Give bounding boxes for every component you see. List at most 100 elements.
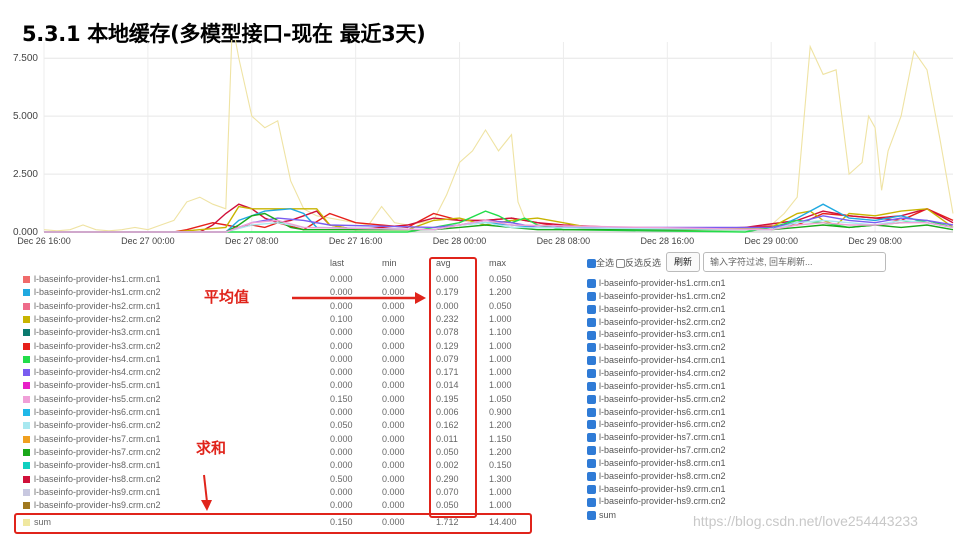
refresh-button[interactable]: 刷新 [666, 252, 700, 272]
checked-checkbox-icon[interactable] [587, 330, 596, 340]
col-header-last: last [330, 258, 345, 268]
cell-max: 1.200 [489, 446, 512, 457]
series-name: l-baseinfo-provider-hs5.crm.cn2 [34, 393, 161, 404]
cell-last: 0.000 [330, 353, 353, 364]
invert-checkbox-icon [616, 259, 625, 269]
series-name: l-baseinfo-provider-hs7.crm.cn2 [34, 446, 161, 457]
series-checkbox-label: l-baseinfo-provider-hs8.crm.cn2 [599, 470, 726, 481]
series-checkbox-item[interactable]: l-baseinfo-provider-hs1.crm.cn2 [587, 290, 726, 303]
checked-checkbox-icon[interactable] [587, 433, 596, 443]
series-checkbox-label: l-baseinfo-provider-hs2.crm.cn1 [599, 303, 726, 314]
series-checkbox-item[interactable]: l-baseinfo-provider-hs4.crm.cn2 [587, 367, 726, 380]
cell-max: 1.150 [489, 433, 512, 444]
cell-max: 1.000 [489, 486, 512, 497]
checked-checkbox-icon[interactable] [587, 291, 596, 301]
series-checkbox-item[interactable]: l-baseinfo-provider-hs3.crm.cn1 [587, 328, 726, 341]
cell-last: 0.000 [330, 460, 353, 471]
series-name: l-baseinfo-provider-hs1.crm.cn2 [34, 287, 161, 298]
checked-checkbox-icon[interactable] [587, 381, 596, 391]
cell-max: 1.100 [489, 327, 512, 338]
series-checkbox-item[interactable]: l-baseinfo-provider-hs9.crm.cn1 [587, 483, 726, 496]
avg-annotation-arrow [292, 292, 426, 304]
series-checkbox-label: l-baseinfo-provider-hs5.crm.cn1 [599, 380, 726, 391]
series-checkbox-item[interactable]: l-baseinfo-provider-hs9.crm.cn2 [587, 495, 726, 508]
checked-checkbox-icon[interactable] [587, 511, 596, 521]
series-color-swatch [23, 409, 30, 416]
series-color-swatch [23, 302, 30, 310]
series-name: l-baseinfo-provider-hs8.crm.cn2 [34, 473, 161, 484]
series-color-swatch [23, 289, 30, 297]
series-name: l-baseinfo-provider-hs5.crm.cn1 [34, 380, 161, 391]
cell-max: 1.200 [489, 287, 512, 298]
y-tick-label: 7.500 [13, 53, 38, 64]
checked-checkbox-icon[interactable] [587, 459, 596, 469]
series-name: l-baseinfo-provider-hs3.crm.cn2 [34, 340, 161, 351]
select-all-toggle[interactable]: 全选 [587, 256, 614, 269]
avg-annotation-label: 平均值 [204, 288, 250, 306]
series-name: l-baseinfo-provider-hs9.crm.cn1 [34, 486, 161, 497]
series-name: l-baseinfo-provider-hs1.crm.cn1 [34, 274, 161, 284]
cell-last: 0.000 [330, 380, 353, 391]
x-tick-label: Dec 28 16:00 [641, 236, 695, 246]
series-checkbox-label: l-baseinfo-provider-hs5.crm.cn2 [599, 393, 726, 404]
cell-last: 0.000 [330, 274, 353, 284]
series-checkbox-item[interactable]: l-baseinfo-provider-hs5.crm.cn1 [587, 380, 726, 393]
series-name: l-baseinfo-provider-hs6.crm.cn1 [34, 407, 161, 417]
series-checkbox-item[interactable]: l-baseinfo-provider-hs2.crm.cn2 [587, 316, 726, 329]
series-name: l-baseinfo-provider-hs9.crm.cn2 [34, 500, 161, 511]
y-tick-label: 5.000 [13, 111, 38, 122]
x-tick-label: Dec 29 00:00 [744, 236, 798, 246]
x-tick-label: Dec 27 08:00 [225, 236, 279, 246]
y-tick-label: 2.500 [13, 169, 38, 180]
series-color-swatch [23, 369, 30, 377]
checked-checkbox-icon[interactable] [587, 394, 596, 404]
series-checkbox-item[interactable]: l-baseinfo-provider-hs8.crm.cn1 [587, 457, 726, 470]
series-color-swatch [23, 422, 30, 430]
series-checkbox-item[interactable]: sum [587, 509, 616, 522]
checked-checkbox-icon[interactable] [587, 279, 596, 289]
checked-checkbox-icon[interactable] [587, 420, 596, 430]
series-checkbox-label: l-baseinfo-provider-hs1.crm.cn2 [599, 290, 726, 301]
checked-checkbox-icon[interactable] [587, 356, 596, 366]
cell-last: 0.000 [330, 500, 353, 511]
checked-checkbox-icon[interactable] [587, 317, 596, 327]
series-checkbox-label: l-baseinfo-provider-hs9.crm.cn2 [599, 496, 726, 507]
y-axis-ticks: 0.0002.5005.0007.500 [13, 53, 38, 238]
series-checkbox-item[interactable]: l-baseinfo-provider-hs6.crm.cn1 [587, 406, 726, 419]
chart-series-layer [43, 40, 954, 233]
checked-checkbox-icon[interactable] [587, 304, 596, 314]
series-color-swatch [23, 342, 30, 350]
series-checkbox-item[interactable]: l-baseinfo-provider-hs6.crm.cn2 [587, 418, 726, 431]
filter-input[interactable]: 输入字符过滤, 回车刷新... [703, 252, 886, 272]
checked-checkbox-icon[interactable] [587, 471, 596, 481]
checked-checkbox-icon[interactable] [587, 484, 596, 494]
checked-checkbox-icon[interactable] [587, 446, 596, 456]
series-checkbox-item[interactable]: l-baseinfo-provider-hs4.crm.cn1 [587, 354, 726, 367]
sum-row-highlight [14, 513, 532, 534]
line-chart: 0.0002.5005.0007.500 Dec 26 16:00 Dec 27 … [13, 40, 954, 246]
series-checkbox-label: l-baseinfo-provider-hs9.crm.cn1 [599, 483, 726, 494]
series-checkbox-item[interactable]: l-baseinfo-provider-hs8.crm.cn2 [587, 470, 726, 483]
checked-checkbox-icon[interactable] [587, 369, 596, 379]
checked-checkbox-icon[interactable] [587, 497, 596, 507]
cell-max: 0.900 [489, 407, 512, 417]
series-color-swatch [23, 382, 30, 390]
x-tick-label: Dec 29 08:00 [848, 236, 902, 246]
checked-checkbox-icon[interactable] [587, 343, 596, 353]
series-checkbox-item[interactable]: l-baseinfo-provider-hs7.crm.cn1 [587, 431, 726, 444]
watermark: https://blog.csdn.net/love254443233 [693, 513, 918, 529]
invert-label: 反选 [625, 258, 644, 268]
series-checkbox-item[interactable]: l-baseinfo-provider-hs1.crm.cn1 [587, 277, 726, 290]
checked-checkbox-icon[interactable] [587, 407, 596, 417]
series-checkbox-item[interactable]: l-baseinfo-provider-hs3.crm.cn2 [587, 341, 726, 354]
invert-toggle[interactable]: 反选反选 [616, 256, 661, 269]
cell-max: 1.000 [489, 313, 512, 324]
sum-annotation-label: 求和 [196, 439, 227, 457]
series-checkbox-label: l-baseinfo-provider-hs6.crm.cn2 [599, 419, 726, 430]
series-checkbox-item[interactable]: l-baseinfo-provider-hs5.crm.cn2 [587, 393, 726, 406]
series-checkbox-item[interactable]: l-baseinfo-provider-hs7.crm.cn2 [587, 444, 726, 457]
series-color-swatch [23, 315, 30, 323]
series-checkbox-item[interactable]: l-baseinfo-provider-hs2.crm.cn1 [587, 303, 726, 316]
series-color-swatch [23, 276, 30, 283]
series-color-swatch [23, 329, 30, 337]
